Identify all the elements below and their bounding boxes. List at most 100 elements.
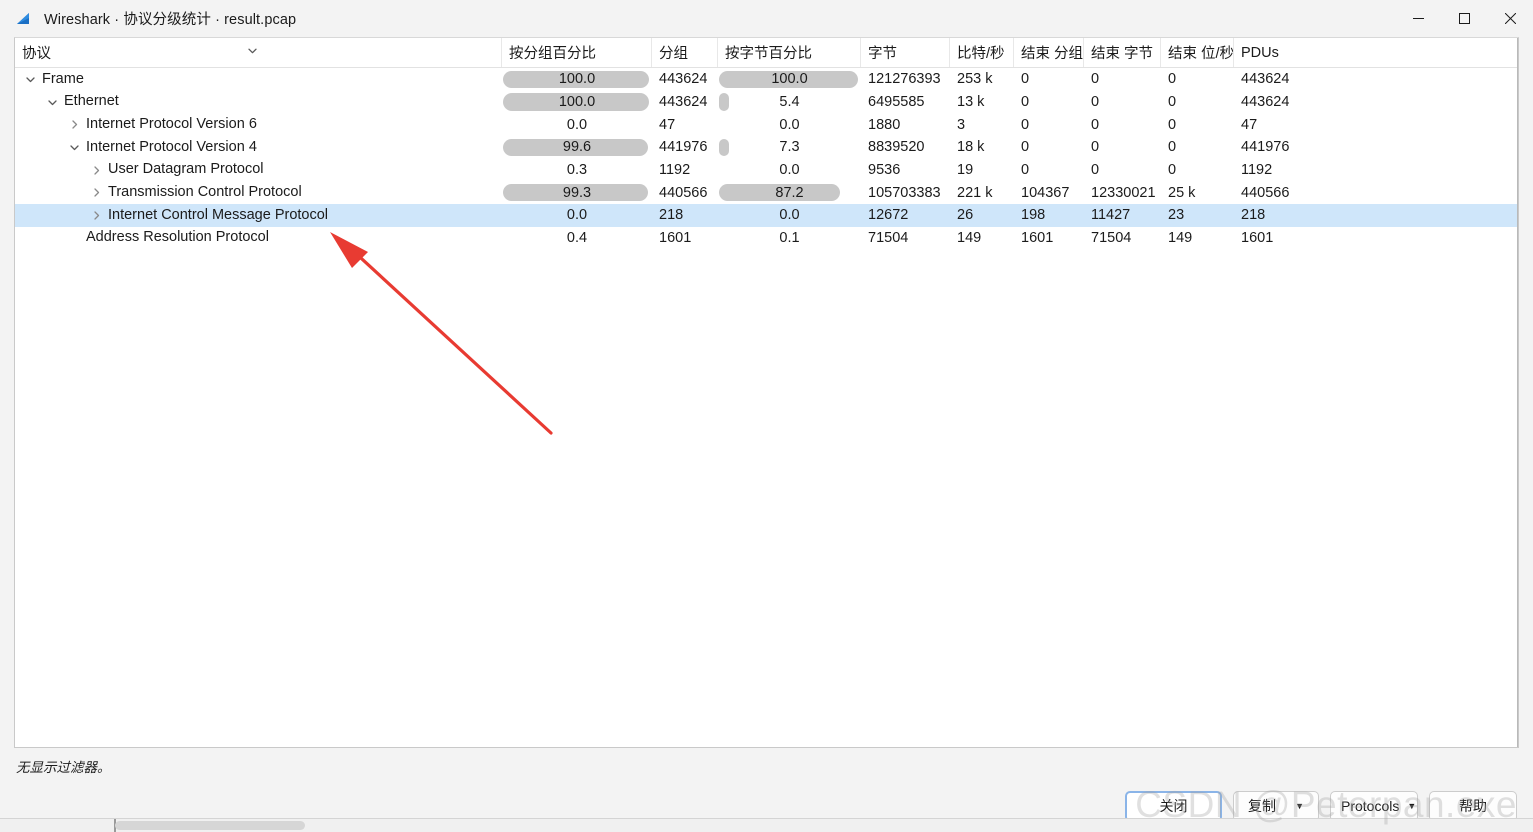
table-row[interactable]: Internet Protocol Version 6 0.0 47 0.0 1880 3…	[15, 113, 1518, 136]
table-row[interactable]: Address Resolution Protocol 0.4 1601 0.1 715…	[15, 227, 1518, 250]
cell-value: 441976	[659, 139, 708, 156]
cell-protocol: Internet Protocol Version 4	[15, 136, 502, 159]
cell-value: 11427	[1091, 207, 1131, 224]
protocol-name: Internet Control Message Protocol	[105, 206, 332, 225]
copy-button[interactable]: 复制 ▼	[1233, 790, 1319, 822]
cell-value: 0	[1091, 139, 1100, 156]
help-button[interactable]: 帮助	[1429, 790, 1517, 822]
cell-bits_s: 26	[950, 204, 1014, 227]
percent-value: 0.0	[566, 116, 588, 133]
column-header-label: 分组	[659, 46, 688, 62]
column-header-label: PDUs	[1241, 44, 1279, 61]
table-row[interactable]: Ethernet 100.0 443624 5.4 6495585 13 k 0 0 0 4436…	[15, 91, 1518, 114]
copy-button-label: 复制	[1248, 798, 1276, 814]
cell-pdus: 440566	[1234, 181, 1434, 204]
horizontal-scrollbar[interactable]	[0, 818, 1533, 832]
protocol-name: Transmission Control Protocol	[108, 184, 302, 201]
column-header-pct_packets[interactable]: 按分组百分比	[502, 38, 652, 67]
chevron-down-icon[interactable]	[44, 97, 61, 108]
cell-pct_bytes: 7.3	[718, 136, 861, 159]
chevron-right-icon[interactable]	[88, 187, 105, 198]
close-button[interactable]: 关闭	[1125, 790, 1222, 822]
cell-value: 6495585	[868, 94, 925, 111]
title-bar: Wireshark · 协议分级统计 · result.pcap	[0, 0, 1533, 37]
cell-value: 149	[957, 230, 982, 247]
table-row[interactable]: User Datagram Protocol 0.3 1192 0.0 9536 19 0 0…	[15, 159, 1518, 182]
chevron-right-icon[interactable]	[88, 210, 105, 221]
table-row[interactable]: Frame 100.0 443624 100.0 121276393 253 k 0 0 0 44…	[15, 68, 1518, 91]
cell-pct_packets: 100.0	[502, 68, 652, 91]
column-header-label: 字节	[868, 46, 897, 62]
cell-end_bytes: 0	[1084, 68, 1161, 91]
chevron-down-icon[interactable]	[66, 142, 83, 153]
cell-pct_packets: 0.3	[502, 159, 652, 182]
protocol-hierarchy-tree[interactable]: 协议 按分组百分比 分组 按字节百分比 字节 比特/秒 结束 分组 结束 字节 结束 位/秒 PD…	[14, 37, 1519, 748]
cell-bits_s: 19	[950, 159, 1014, 182]
cell-value: 26	[957, 207, 974, 224]
protocol-name: Internet Protocol Version 4	[86, 138, 257, 155]
chevron-right-icon[interactable]	[66, 119, 83, 130]
column-header-end_packets[interactable]: 结束 分组	[1014, 38, 1084, 67]
cell-pdus: 443624	[1234, 91, 1434, 114]
chevron-right-icon[interactable]	[88, 165, 105, 176]
close-button-label: 关闭	[1159, 798, 1188, 814]
cell-pdus: 1192	[1234, 159, 1434, 182]
protocol-name: Frame	[42, 70, 84, 87]
wireshark-protocol-hierarchy-window: Wireshark · 协议分级统计 · result.pcap 协议 按分组百分…	[0, 0, 1533, 832]
maximize-button[interactable]	[1441, 0, 1487, 37]
cell-pct_bytes: 5.4	[718, 91, 861, 114]
cell-bytes: 9536	[861, 159, 950, 182]
cell-pct_packets: 0.0	[502, 204, 652, 227]
cell-protocol: Internet Control Message Protocol	[15, 204, 502, 227]
column-header-end_bits_s[interactable]: 结束 位/秒	[1161, 38, 1234, 67]
column-header-bytes[interactable]: 字节	[861, 38, 950, 67]
cell-value: 0	[1021, 116, 1030, 133]
cell-pct_bytes: 0.1	[718, 227, 861, 250]
cell-bytes: 71504	[861, 227, 950, 250]
cell-value: 1192	[1241, 162, 1273, 179]
table-row[interactable]: Transmission Control Protocol 99.3 440566 8…	[15, 181, 1518, 204]
main-content: 协议 按分组百分比 分组 按字节百分比 字节 比特/秒 结束 分组 结束 字节 结束 位/秒 PD…	[0, 37, 1533, 748]
cell-value: 9536	[868, 162, 901, 179]
minimize-button[interactable]	[1395, 0, 1441, 37]
cell-end_bytes: 11427	[1084, 204, 1161, 227]
cell-end_packets: 104367	[1014, 181, 1084, 204]
close-window-button[interactable]	[1487, 0, 1533, 37]
cell-bytes: 121276393	[861, 68, 950, 91]
cell-value: 47	[1241, 116, 1258, 133]
column-header-packets[interactable]: 分组	[652, 38, 718, 67]
percent-value: 0.0	[779, 116, 800, 133]
cell-value: 71504	[868, 230, 909, 247]
cell-pdus: 218	[1234, 204, 1434, 227]
table-body: Frame 100.0 443624 100.0 121276393 253 k 0 0 0 44…	[15, 68, 1518, 250]
cell-value: 0	[1021, 94, 1030, 111]
cell-value: 0	[1168, 116, 1177, 133]
cell-value: 0	[1168, 139, 1177, 156]
cell-value: 0	[1021, 162, 1030, 179]
percent-value: 0.3	[566, 162, 588, 179]
column-header-bits_s[interactable]: 比特/秒	[950, 38, 1014, 67]
cell-pct_bytes: 0.0	[718, 113, 861, 136]
chevron-down-icon[interactable]	[22, 74, 39, 85]
column-header-pdus[interactable]: PDUs	[1234, 38, 1434, 67]
cell-value: 12672	[868, 207, 909, 224]
column-header-end_bytes[interactable]: 结束 字节	[1084, 38, 1161, 67]
cell-value: 0	[1168, 71, 1177, 88]
cell-value: 441976	[1241, 139, 1290, 156]
column-header-pct_bytes[interactable]: 按字节百分比	[718, 38, 861, 67]
table-row[interactable]: Internet Protocol Version 4 99.6 441976 7.3…	[15, 136, 1518, 159]
cell-end_bits_s: 0	[1161, 68, 1234, 91]
protocols-button[interactable]: Protocols ▼	[1330, 790, 1418, 822]
cell-value: 218	[659, 207, 684, 224]
cell-value: 104367	[1021, 184, 1070, 201]
cell-end_bytes: 71504	[1084, 227, 1161, 250]
cell-packets: 47	[652, 113, 718, 136]
cell-value: 218	[1241, 207, 1266, 224]
column-header-protocol[interactable]: 协议	[15, 38, 502, 67]
column-header-label: 比特/秒	[957, 46, 1005, 62]
cell-bits_s: 253 k	[950, 68, 1014, 91]
table-row[interactable]: Internet Control Message Protocol 0.0 218 0…	[15, 204, 1518, 227]
cell-value: 47	[659, 116, 676, 133]
cell-value: 440566	[659, 184, 708, 201]
scrollbar-thumb[interactable]	[115, 821, 305, 830]
